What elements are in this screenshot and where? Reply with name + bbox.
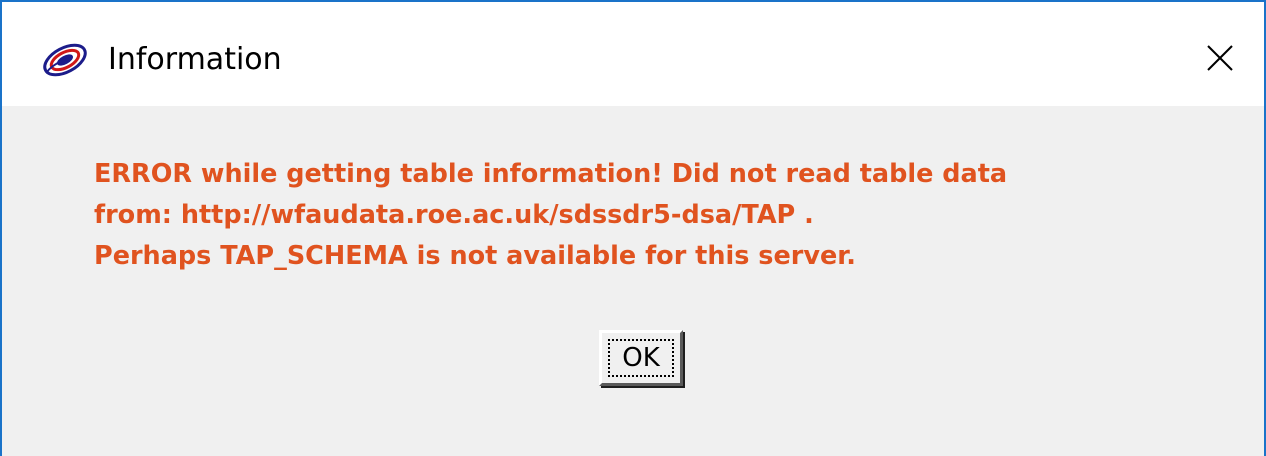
focus-ring: OK: [608, 339, 674, 377]
close-button[interactable]: [1190, 32, 1248, 84]
error-message: ERROR while getting table information! D…: [94, 154, 1007, 277]
ok-button[interactable]: OK: [599, 330, 683, 386]
title-bar[interactable]: Information: [2, 2, 1264, 106]
error-message-line: Perhaps TAP_SCHEMA is not available for …: [94, 241, 856, 271]
error-message-line: ERROR while getting table information! D…: [94, 159, 1008, 189]
window-title: Information: [108, 42, 282, 77]
error-message-line: from: http://wfaudata.roe.ac.uk/sdssdr5-…: [94, 200, 814, 230]
dialog-content: ERROR while getting table information! D…: [2, 106, 1264, 456]
ok-button-label: OK: [622, 343, 660, 373]
information-dialog: Information ERROR while getting table in…: [0, 0, 1266, 456]
java-app-icon: [40, 39, 90, 81]
close-icon: [1207, 45, 1233, 71]
